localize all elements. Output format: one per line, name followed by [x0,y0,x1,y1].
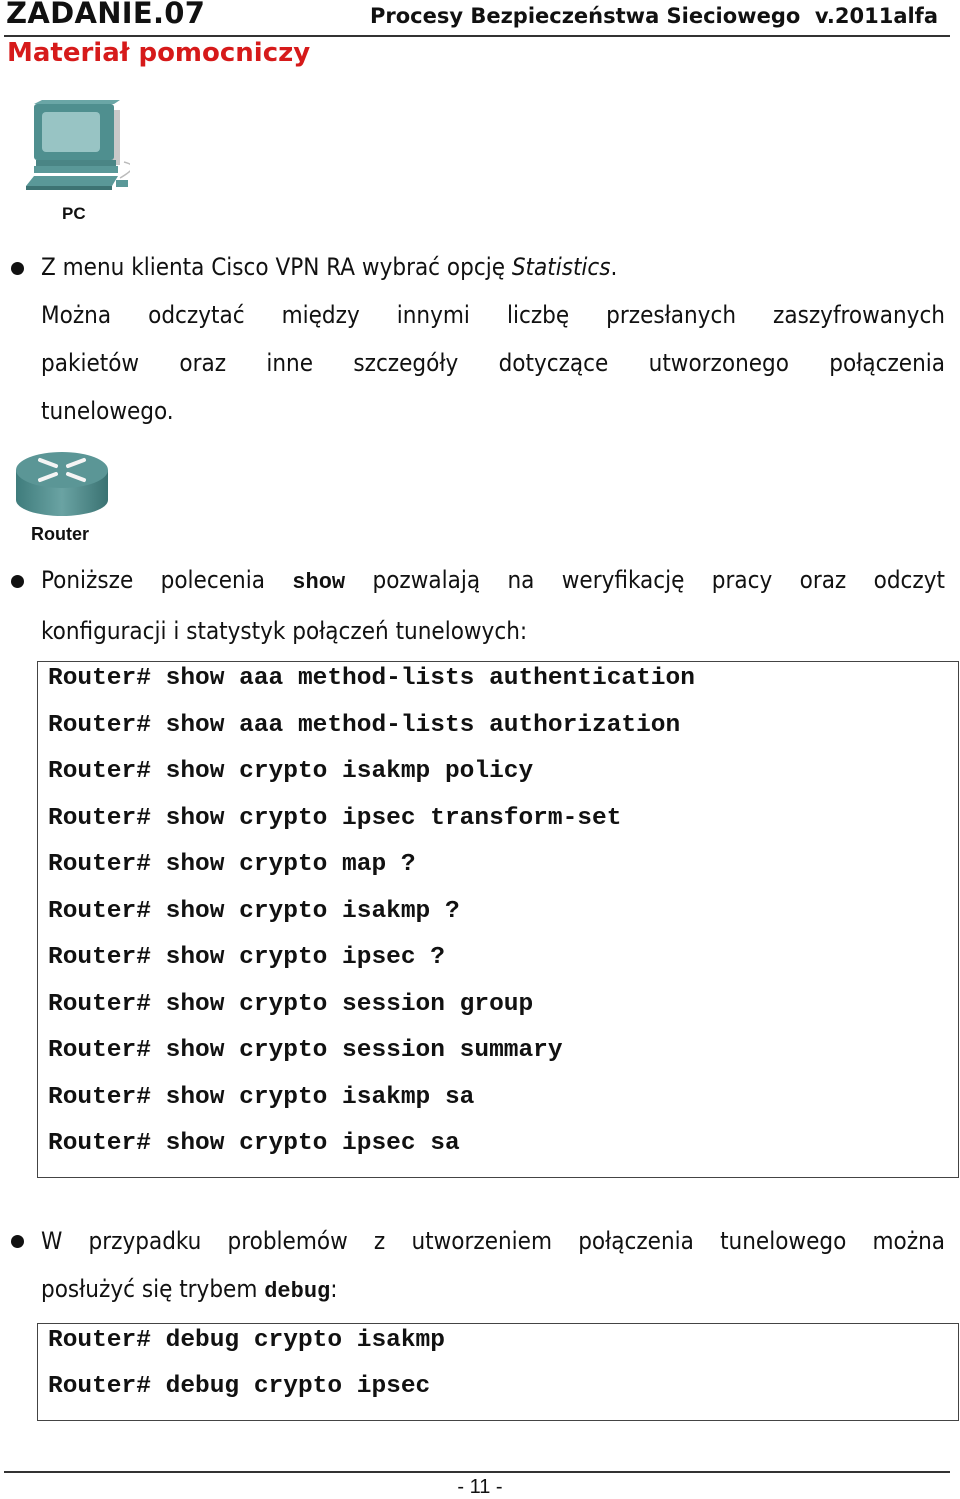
task-label: ZADANIE.07 [6,0,206,30]
course-title: Procesy Bezpieczeństwa Sieciowego v.2011… [369,4,938,28]
pc-icon [20,100,134,195]
statistics-line-1: Z menu klienta Cisco VPN RA wybrać opcję… [41,243,945,291]
statistics-option: Statistics [511,253,611,281]
statistics-line-2: Można odczytać między innymi liczbę prze… [41,301,945,329]
statistics-line-3: pakietów oraz inne szczegóły dotyczące u… [41,349,945,377]
command-line: Router# show crypto map ? [48,851,416,878]
command-line: Router# show crypto session summary [48,1037,563,1064]
command-line: Router# show crypto isakmp sa [48,1084,475,1111]
command-line: Router# show crypto ipsec transform-set [48,805,622,832]
debug-intro: W przypadku problemów z utworzeniem połą… [41,1217,945,1316]
command-line: Router# show crypto isakmp ? [48,898,460,925]
debug-keyword: debug [264,1279,331,1304]
debug-commands-box: Router# debug crypto isakmp Router# debu… [37,1323,959,1421]
command-line: Router# show crypto session group [48,991,534,1018]
command-line: Router# show crypto isakmp policy [48,758,534,785]
show-intro-line-2: konfiguracji i statystyk połączeń tunelo… [41,617,528,645]
bullet-icon [11,575,24,588]
router-icon [14,448,110,520]
text: Poniższe polecenia [41,566,293,594]
bullet-icon [11,1235,24,1248]
text: pozwalają na weryfikację pracy oraz odcz… [345,566,945,594]
bullet-icon [11,262,24,275]
command-line: Router# show crypto ipsec ? [48,944,445,971]
command-line: Router# debug crypto isakmp [48,1327,445,1354]
statistics-instructions: Z menu klienta Cisco VPN RA wybrać opcję… [41,243,945,435]
pc-label: PC [62,204,86,223]
debug-intro-line-1: W przypadku problemów z utworzeniem połą… [41,1227,945,1255]
show-commands-box: Router# show aaa method-lists authentica… [37,661,959,1178]
command-line: Router# show aaa method-lists authentica… [48,665,695,692]
debug-intro-line-2: posłużyć się trybem debug: [41,1265,945,1316]
text: posłużyć się trybem [41,1275,265,1303]
footer-divider [4,1471,950,1473]
text: . [610,253,618,281]
show-keyword: show [292,570,346,595]
command-line: Router# debug crypto ipsec [48,1373,431,1400]
text: Z menu klienta Cisco VPN RA wybrać opcję [41,253,512,281]
text: : [330,1275,338,1303]
command-line: Router# show aaa method-lists authorizat… [48,712,681,739]
show-intro-line-1: Poniższe polecenia show pozwalają na wer… [41,556,945,607]
statistics-line-4: tunelowego. [41,397,174,425]
page-number: - 11 - [457,1476,503,1498]
page-subtitle: Materiał pomocniczy [7,38,311,68]
show-commands-intro: Poniższe polecenia show pozwalają na wer… [41,556,945,655]
command-line: Router# show crypto ipsec sa [48,1130,460,1157]
router-label: Router [31,524,89,544]
header-divider [4,35,950,37]
